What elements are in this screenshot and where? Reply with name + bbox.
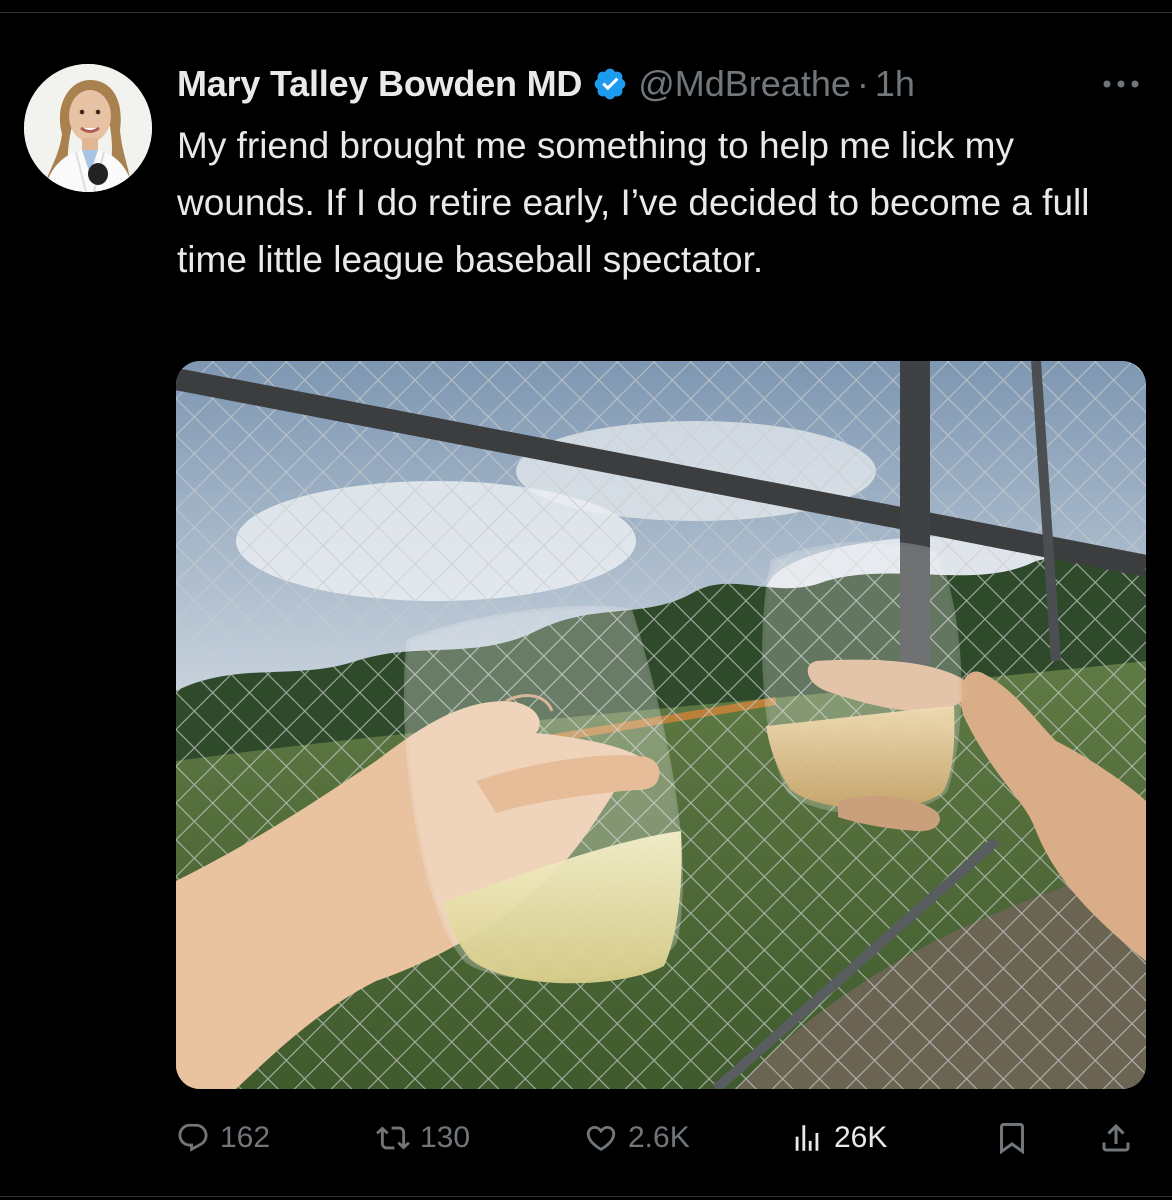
heart-icon — [586, 1125, 616, 1151]
author-name[interactable]: Mary Talley Bowden MD — [177, 63, 582, 105]
tweet-header: Mary Talley Bowden MD @MdBreathe · 1h — [177, 58, 915, 110]
top-divider — [0, 12, 1172, 13]
like-count: 2.6K — [628, 1121, 690, 1154]
separator-dot: · — [856, 63, 869, 104]
like-button[interactable]: 2.6K — [584, 1110, 690, 1166]
repost-count: 130 — [420, 1121, 471, 1154]
repost-button[interactable]: 130 — [376, 1110, 470, 1166]
views-chart-icon — [795, 1125, 819, 1151]
repost-icon — [376, 1126, 410, 1150]
author-avatar[interactable] — [24, 64, 152, 192]
tweet-photo[interactable] — [176, 361, 1146, 1089]
timestamp[interactable]: 1h — [875, 63, 915, 105]
share-button[interactable] — [1098, 1110, 1144, 1166]
views-count: 26K — [834, 1121, 888, 1154]
tweet-text: My friend brought me something to help m… — [177, 125, 1090, 280]
reply-count: 162 — [220, 1121, 271, 1154]
author-handle[interactable]: @MdBreathe — [638, 63, 851, 105]
bookmark-button[interactable] — [994, 1110, 1040, 1166]
reply-button[interactable]: 162 — [176, 1110, 270, 1166]
tweet-actions-bar: 162 130 2.6K 26K — [176, 1110, 1146, 1166]
bottom-divider — [0, 1196, 1172, 1197]
views-button[interactable]: 26K — [790, 1110, 887, 1166]
verified-badge-icon[interactable] — [592, 66, 628, 102]
avatar-image — [24, 64, 152, 192]
more-options-icon[interactable] — [1096, 64, 1146, 104]
share-icon — [1102, 1123, 1130, 1152]
reply-icon — [178, 1123, 208, 1152]
bookmark-icon — [1000, 1123, 1024, 1155]
